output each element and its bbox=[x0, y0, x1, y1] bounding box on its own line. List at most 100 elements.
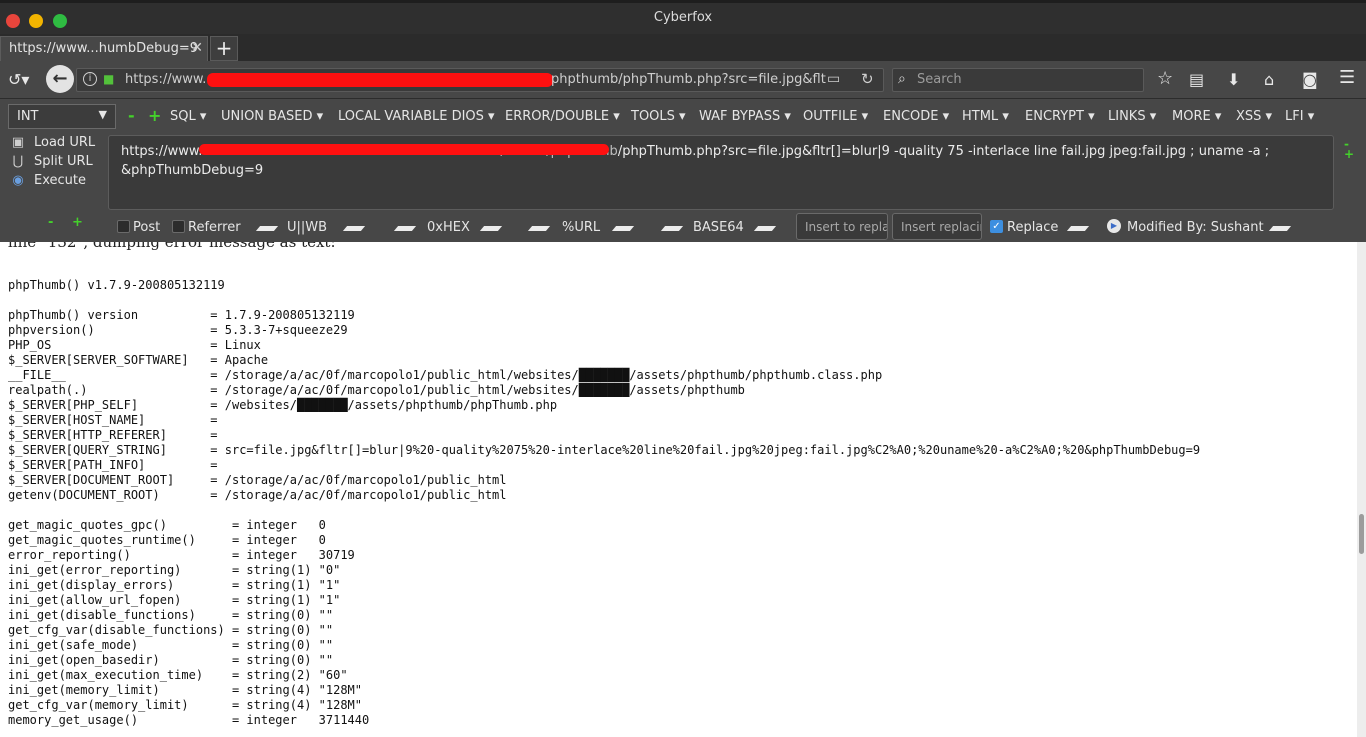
server-info-row: phpversion() = 5.3.3-7+squeeze29 bbox=[8, 323, 348, 337]
decrease-small-icon[interactable]: - bbox=[48, 215, 53, 230]
replace-label: Replace bbox=[1007, 220, 1059, 235]
insert-replacing-input[interactable]: Insert replacing bbox=[892, 213, 982, 240]
execute-button[interactable]: ◉ Execute bbox=[10, 173, 86, 188]
server-info-row: __FILE__ = /storage/a/ac/0f/marcopolo1/p… bbox=[8, 368, 883, 382]
home-icon[interactable]: ⌂ bbox=[1264, 70, 1274, 89]
base64-right-icon[interactable] bbox=[753, 226, 777, 231]
hex-left-icon[interactable] bbox=[393, 226, 417, 231]
history-icon[interactable]: ↺▾ bbox=[8, 70, 29, 89]
insert-to-replace-input[interactable]: Insert to replac bbox=[796, 213, 888, 240]
menu-waf-bypass[interactable]: WAF BYPASS ▾ bbox=[699, 109, 791, 124]
server-info-row: PHP_OS = Linux bbox=[8, 338, 261, 352]
base64-left-icon[interactable] bbox=[660, 226, 684, 231]
new-tab-button[interactable]: + bbox=[210, 36, 238, 61]
hack-url-line2: &phpThumbDebug=9 bbox=[121, 163, 264, 178]
tab-close-icon[interactable]: ✕ bbox=[191, 40, 203, 56]
window-title: Cyberfox bbox=[653, 10, 713, 25]
error-message-line: line "132", dumping error message as tex… bbox=[8, 242, 336, 251]
server-info-row: phpThumb() version = 1.7.9-200805132119 bbox=[8, 308, 355, 322]
increase-small-icon[interactable]: + bbox=[72, 215, 83, 230]
type-select-value: INT bbox=[17, 109, 39, 124]
ini-info-row: error_reporting() = integer 30719 bbox=[8, 548, 355, 562]
server-info-row: $_SERVER[DOCUMENT_ROOT] = /storage/a/ac/… bbox=[8, 473, 507, 487]
ini-info-row: ini_get(allow_url_fopen) = string(1) "1" bbox=[8, 593, 341, 607]
browser-window: Cyberfox https://www...humbDebug=9 ✕ + ↺… bbox=[0, 0, 1366, 737]
menu-xss[interactable]: XSS ▾ bbox=[1236, 109, 1272, 124]
title-bar: Cyberfox bbox=[0, 0, 1366, 34]
menu-icon[interactable]: ☰ bbox=[1339, 67, 1355, 88]
server-info-row: $_SERVER[PHP_SELF] = /websites/███████/a… bbox=[8, 398, 558, 412]
menu-local-variable-dios[interactable]: LOCAL VARIABLE DIOS ▾ bbox=[338, 109, 495, 124]
menu-lfi[interactable]: LFI ▾ bbox=[1285, 109, 1314, 124]
replace-checkbox[interactable]: ✓ bbox=[990, 220, 1003, 233]
reader-view-icon[interactable]: ▭ bbox=[827, 71, 840, 87]
server-info-row: $_SERVER[HTTP_REFERER] = bbox=[8, 428, 225, 442]
url-encode-left-icon[interactable] bbox=[527, 226, 551, 231]
tab-active[interactable]: https://www...humbDebug=9 ✕ bbox=[0, 36, 208, 61]
server-info-row: $_SERVER[QUERY_STRING] = src=file.jpg&fl… bbox=[8, 443, 1201, 457]
menu-union-based[interactable]: UNION BASED ▾ bbox=[221, 109, 323, 124]
server-info-row: $_SERVER[HOST_NAME] = bbox=[8, 413, 225, 427]
ini-info-row: get_magic_quotes_runtime() = integer 0 bbox=[8, 533, 326, 547]
referrer-checkbox[interactable] bbox=[172, 220, 185, 233]
load-url-button[interactable]: ▣ Load URL bbox=[10, 135, 95, 150]
hack-url-prefix: https://www. bbox=[121, 144, 203, 159]
menu-encode[interactable]: ENCODE ▾ bbox=[883, 109, 949, 124]
hackbar-url-textarea[interactable]: https://www./assets/phpthumb/phpThumb.ph… bbox=[108, 135, 1334, 210]
ini-info-row: get_cfg_var(disable_functions) = string(… bbox=[8, 623, 334, 637]
download-icon[interactable]: ⬇ bbox=[1227, 70, 1240, 89]
pocket-icon[interactable]: ◙ bbox=[1302, 70, 1318, 89]
execute-icon: ◉ bbox=[12, 173, 24, 188]
menu-more[interactable]: MORE ▾ bbox=[1172, 109, 1221, 124]
url-tail: phpthumb/phpThumb.php?src=file.jpg&flt bbox=[551, 72, 826, 87]
decrease-icon[interactable]: - bbox=[128, 106, 135, 125]
referrer-label: Referrer bbox=[188, 220, 241, 235]
menu-links[interactable]: LINKS ▾ bbox=[1108, 109, 1156, 124]
uwb-left-icon[interactable] bbox=[255, 226, 279, 231]
hackbar-toolbar: INT ▼ - + SQL ▾ UNION BASED ▾ LOCAL VARI… bbox=[0, 99, 1366, 135]
post-checkbox[interactable] bbox=[117, 220, 130, 233]
lock-icon: ■ bbox=[103, 72, 115, 86]
redaction-mark bbox=[199, 144, 609, 155]
redaction-mark bbox=[207, 73, 553, 87]
chevron-down-icon: ▼ bbox=[98, 108, 107, 121]
navigation-bar: ↺▾ ← i ■ https://www. phpthumb/phpThumb.… bbox=[0, 61, 1366, 99]
ini-info-row: ini_get(open_basedir) = string(0) "" bbox=[8, 653, 334, 667]
url-encode-label: %URL bbox=[562, 220, 601, 235]
tab-strip: https://www...humbDebug=9 ✕ + bbox=[0, 34, 1366, 61]
ini-info-row: get_cfg_var(memory_limit) = string(4) "1… bbox=[8, 698, 363, 712]
modified-by-icon[interactable] bbox=[1268, 226, 1292, 231]
server-info-row: $_SERVER[PATH_INFO] = bbox=[8, 458, 225, 472]
reload-icon[interactable]: ↻ bbox=[861, 70, 874, 88]
increase-icon[interactable]: + bbox=[148, 106, 161, 125]
hex-label: 0xHEX bbox=[427, 220, 470, 235]
menu-encrypt[interactable]: ENCRYPT ▾ bbox=[1025, 109, 1095, 124]
menu-tools[interactable]: TOOLS ▾ bbox=[631, 109, 686, 124]
page-scrollbar[interactable] bbox=[1357, 242, 1366, 737]
url-encode-right-icon[interactable] bbox=[611, 226, 635, 231]
ini-info-row: ini_get(max_execution_time) = string(2) … bbox=[8, 668, 348, 682]
type-select[interactable]: INT ▼ bbox=[8, 104, 116, 129]
post-label: Post bbox=[133, 220, 161, 235]
search-input[interactable]: ⌕ Search bbox=[892, 68, 1144, 92]
split-url-button[interactable]: ⋃ Split URL bbox=[10, 154, 93, 169]
back-button[interactable]: ← bbox=[46, 65, 74, 93]
server-info-row: realpath(.) = /storage/a/ac/0f/marcopolo… bbox=[8, 383, 745, 397]
expand-icon[interactable]: + bbox=[1344, 147, 1354, 161]
site-info-icon[interactable]: i bbox=[83, 72, 97, 86]
tab-label: https://www...humbDebug=9 bbox=[9, 41, 199, 56]
menu-html[interactable]: HTML ▾ bbox=[962, 109, 1009, 124]
bookmark-star-icon[interactable]: ☆ bbox=[1157, 68, 1173, 89]
ini-info-row: ini_get(memory_limit) = string(4) "128M" bbox=[8, 683, 363, 697]
ini-info-row: memory_get_usage() = integer 3711440 bbox=[8, 713, 370, 727]
scrollbar-thumb[interactable] bbox=[1359, 514, 1364, 554]
menu-outfile[interactable]: OUTFILE ▾ bbox=[803, 109, 868, 124]
menu-error-double[interactable]: ERROR/DOUBLE ▾ bbox=[505, 109, 620, 124]
ini-info-row: get_magic_quotes_gpc() = integer 0 bbox=[8, 518, 326, 532]
library-icon[interactable]: ▤ bbox=[1189, 70, 1204, 89]
uwb-right-icon[interactable] bbox=[342, 226, 366, 231]
replace-icon[interactable] bbox=[1066, 226, 1090, 231]
hex-right-icon[interactable] bbox=[479, 226, 503, 231]
url-bar[interactable]: i ■ https://www. phpthumb/phpThumb.php?s… bbox=[76, 68, 884, 92]
menu-sql[interactable]: SQL ▾ bbox=[170, 109, 206, 124]
